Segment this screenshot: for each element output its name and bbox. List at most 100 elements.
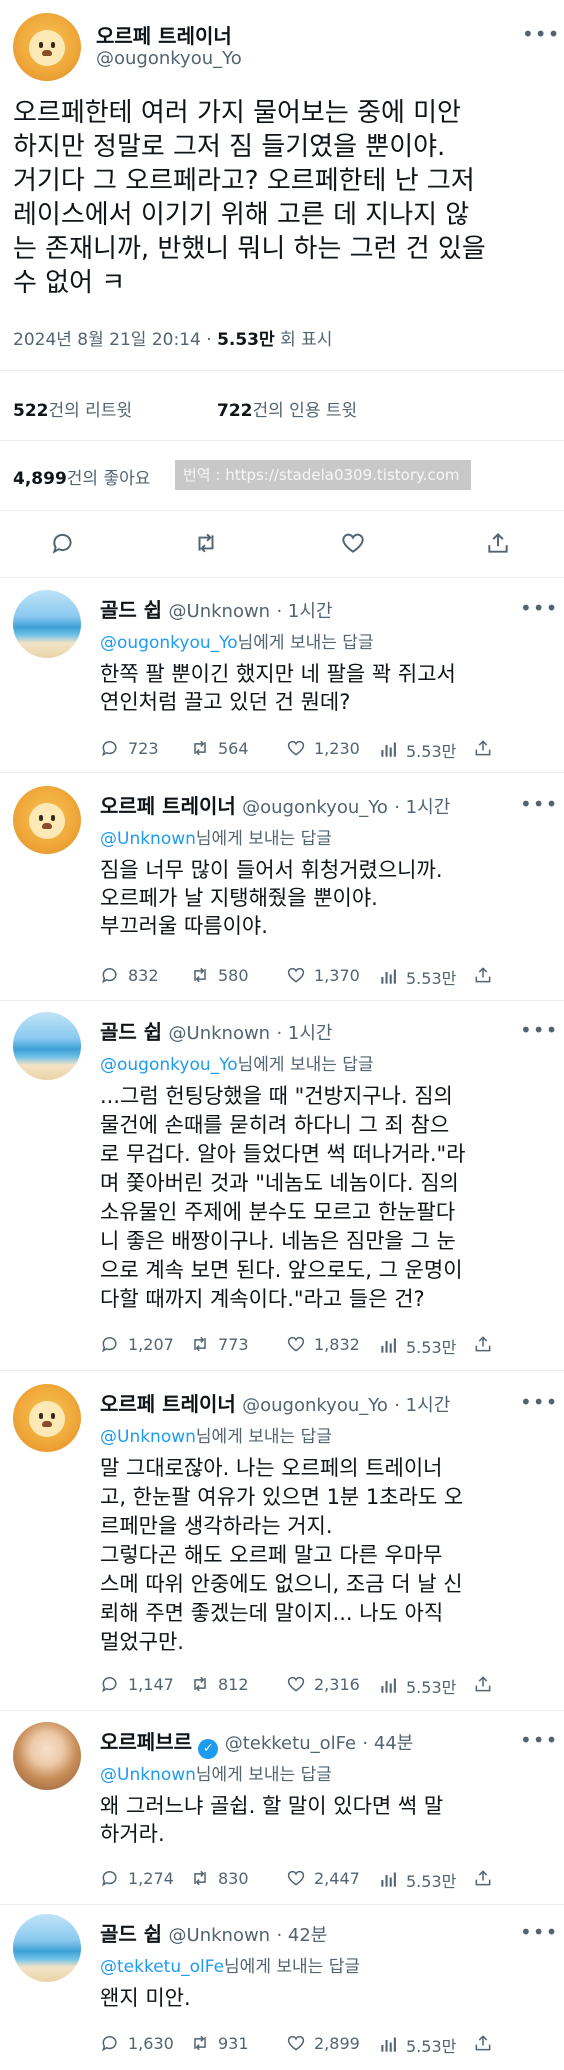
author-handle[interactable]: @ougonkyou_Yo (96, 48, 242, 69)
views-label: 회 표시 (280, 330, 333, 350)
share-icon[interactable] (473, 738, 493, 758)
views-action[interactable]: 5.53만 (378, 1868, 456, 1892)
views-action[interactable]: 5.53만 (378, 965, 456, 989)
more-horizontal-icon[interactable]: ••• (520, 1018, 558, 1042)
divider (0, 1000, 564, 1001)
share-icon[interactable] (473, 965, 493, 985)
share-icon[interactable] (473, 1334, 493, 1354)
reply-text: ...그럼 헌팅당했을 때 "건방지구나. 짐의 물건에 손때를 묻히려 하다니… (100, 1084, 466, 1311)
reply-author-name[interactable]: 오르페 트레이너 (100, 1392, 236, 1416)
share-icon[interactable] (473, 2033, 493, 2053)
author-name[interactable]: 오르페 트레이너 (96, 20, 232, 49)
reply-action[interactable]: 832 (100, 965, 159, 985)
verified-badge-icon: ✓ (198, 1739, 219, 1759)
reply-author-name[interactable]: 골드 쉽 (100, 598, 162, 622)
share-icon[interactable] (473, 1868, 493, 1888)
reply-avatar[interactable] (13, 786, 81, 854)
reply-time[interactable]: · 42분 (276, 1925, 327, 1946)
retweets-stat[interactable]: 522건의 리트윗 (13, 396, 132, 421)
views-action[interactable]: 5.53만 (378, 1334, 456, 1358)
reply-author-handle[interactable]: @Unknown (169, 601, 271, 622)
views-chart-icon (381, 1872, 396, 1887)
reply-action[interactable]: 1,274 (100, 1868, 174, 1888)
heart-icon (287, 1870, 305, 1886)
like-action[interactable]: 1,370 (286, 965, 360, 985)
retweet-action[interactable]: 773 (190, 1334, 249, 1354)
more-horizontal-icon[interactable]: ••• (522, 22, 560, 46)
retweet-action[interactable]: 931 (190, 2033, 249, 2053)
reply-author-name[interactable]: 오르페브르 (100, 1730, 192, 1754)
like-action[interactable]: 1,832 (286, 1334, 360, 1354)
views-chart-icon (381, 1678, 396, 1693)
reply-action[interactable]: 1,207 (100, 1334, 174, 1354)
views-chart-icon (381, 742, 396, 757)
reply-icon (102, 1337, 117, 1353)
reply-action[interactable]: 1,147 (100, 1674, 174, 1694)
more-horizontal-icon[interactable]: ••• (520, 596, 558, 620)
reply-action[interactable]: 1,630 (100, 2033, 174, 2053)
author-avatar[interactable] (13, 13, 81, 81)
reply-avatar[interactable] (13, 1384, 81, 1452)
reply-text: 한쪽 팔 뿐이긴 했지만 네 팔을 꽉 쥐고서 연인처럼 끌고 있던 건 뭔데? (100, 662, 456, 714)
reply-time[interactable]: · 1시간 (276, 601, 332, 622)
divider (0, 1710, 564, 1711)
replying-to-handle[interactable]: @Unknown (100, 1427, 196, 1447)
reply-author-name[interactable]: 골드 쉽 (100, 1922, 162, 1946)
like-action[interactable]: 1,230 (286, 738, 360, 758)
tweet-date[interactable]: 2024년 8월 21일 20:14 (13, 330, 201, 350)
reply-author-handle[interactable]: @Unknown (169, 1023, 271, 1044)
reply-avatar[interactable] (13, 1914, 81, 1982)
views-action[interactable]: 5.53만 (378, 2033, 456, 2057)
views-action[interactable]: 5.53만 (378, 738, 456, 762)
like-action[interactable]: 2,899 (286, 2033, 360, 2053)
reply-avatar[interactable] (13, 1012, 81, 1080)
reply-header: 골드 쉽 @Unknown · 42분 (100, 1918, 327, 1947)
views-chart-icon (381, 1338, 396, 1353)
reply-avatar[interactable] (13, 1722, 81, 1790)
more-horizontal-icon[interactable]: ••• (520, 1920, 558, 1944)
more-horizontal-icon[interactable]: ••• (520, 1728, 558, 1752)
quotes-stat[interactable]: 722건의 인용 트윗 (217, 396, 357, 421)
views-action[interactable]: 5.53만 (378, 1674, 456, 1698)
retweet-action[interactable]: 564 (190, 738, 249, 758)
reply-time[interactable]: · 1시간 (394, 797, 450, 818)
replying-to-handle[interactable]: @ougonkyou_Yo (100, 1055, 238, 1075)
replying-to-handle[interactable]: @tekketu_olFe (100, 1957, 224, 1977)
replying-to: @Unknown님에게 보내는 답글 (100, 1427, 332, 1447)
share-icon[interactable] (473, 1674, 493, 1694)
tweet-text: 오르페한테 여러 가지 물어보는 중에 미안 하지만 정말로 그저 짐 들기였을… (13, 98, 486, 298)
more-horizontal-icon[interactable]: ••• (520, 792, 558, 816)
share-icon[interactable] (485, 530, 511, 556)
heart-icon[interactable] (340, 530, 366, 556)
reply-header: 골드 쉽 @Unknown · 1시간 (100, 1016, 332, 1045)
retweet-action[interactable]: 812 (190, 1674, 249, 1694)
retweet-action[interactable]: 580 (190, 965, 249, 985)
reply-author-handle[interactable]: @ougonkyou_Yo (242, 797, 388, 818)
reply-author-name[interactable]: 골드 쉽 (100, 1020, 162, 1044)
like-action[interactable]: 2,447 (286, 1868, 360, 1888)
heart-icon (287, 1676, 305, 1692)
retweet-action[interactable]: 830 (190, 1868, 249, 1888)
reply-author-handle[interactable]: @Unknown (169, 1925, 271, 1946)
reply-time[interactable]: · 1시간 (394, 1395, 450, 1416)
reply-time[interactable]: · 1시간 (276, 1023, 332, 1044)
divider (0, 370, 564, 371)
replying-to-handle[interactable]: @Unknown (100, 1765, 196, 1785)
reply-text: 왠지 미안. (100, 1986, 191, 2010)
replying-to-handle[interactable]: @ougonkyou_Yo (100, 633, 238, 653)
reply-header: 오르페브르 ✓ @tekketu_olFe · 44분 (100, 1726, 413, 1759)
retweet-icon[interactable] (193, 530, 219, 556)
replying-to-handle[interactable]: @Unknown (100, 829, 196, 849)
reply-author-handle[interactable]: @tekketu_olFe (225, 1733, 356, 1754)
reply-author-handle[interactable]: @ougonkyou_Yo (242, 1395, 388, 1416)
reply-avatar[interactable] (13, 590, 81, 658)
reply-action[interactable]: 723 (100, 738, 159, 758)
reply-time[interactable]: · 44분 (362, 1733, 413, 1754)
divider (0, 577, 564, 578)
likes-stat[interactable]: 4,899건의 좋아요 (13, 464, 150, 489)
divider (0, 1904, 564, 1905)
reply-author-name[interactable]: 오르페 트레이너 (100, 794, 236, 818)
reply-icon[interactable] (50, 530, 76, 556)
more-horizontal-icon[interactable]: ••• (520, 1390, 558, 1414)
like-action[interactable]: 2,316 (286, 1674, 360, 1694)
